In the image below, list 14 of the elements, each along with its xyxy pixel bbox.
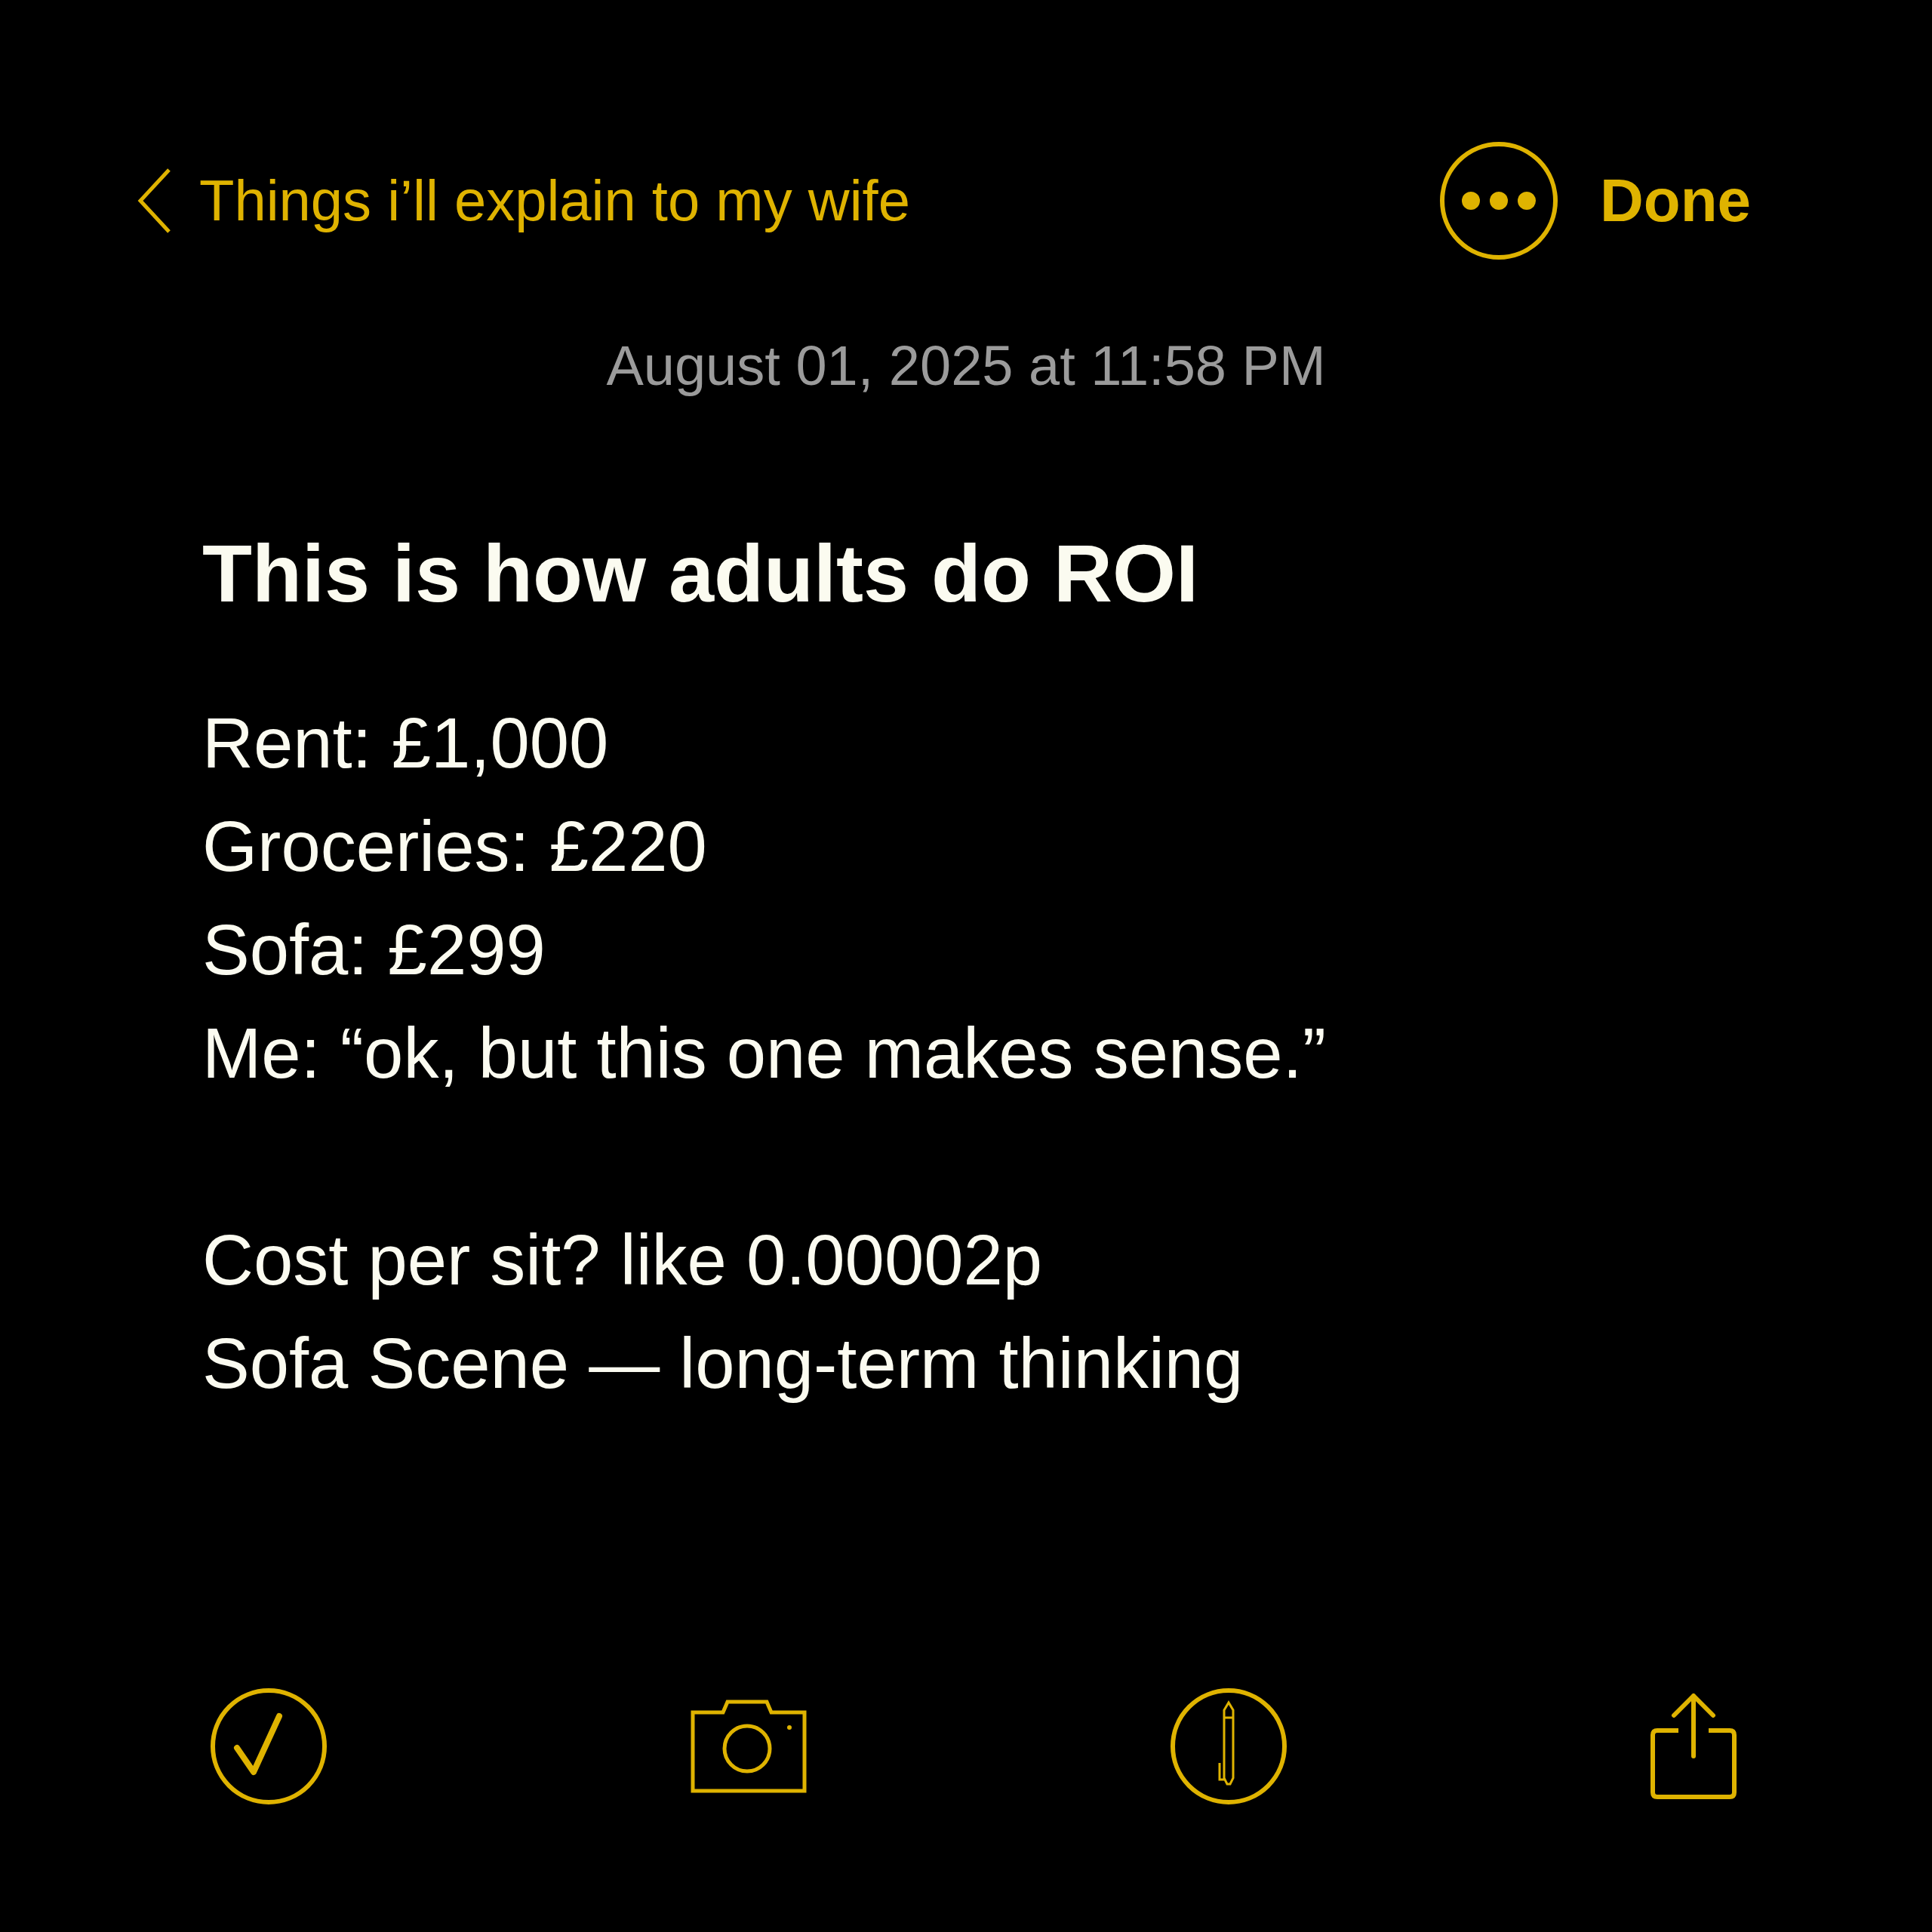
note-line: Groceries: £220 (202, 806, 707, 888)
note-line: Rent: £1,000 (202, 703, 609, 784)
note-line: Sofa: £299 (202, 909, 546, 991)
note-title: This is how adults do ROI (202, 527, 1200, 620)
more-icon[interactable] (1439, 140, 1558, 260)
note-date: August 01, 2025 at 11:58 PM (605, 334, 1327, 398)
note-line: Sofa Scene — long-term thinking (202, 1323, 1244, 1404)
checklist-icon[interactable] (210, 1687, 328, 1805)
pen-icon[interactable] (1170, 1687, 1287, 1805)
note-line: Me: “ok, but this one makes sense.” (202, 1013, 1326, 1094)
done-button[interactable]: Done (1600, 170, 1751, 231)
note-line: Cost per sit? like 0.00002p (202, 1220, 1042, 1301)
back-button[interactable]: Things i’ll explain to my wife (136, 166, 910, 235)
share-icon[interactable] (1650, 1691, 1737, 1801)
